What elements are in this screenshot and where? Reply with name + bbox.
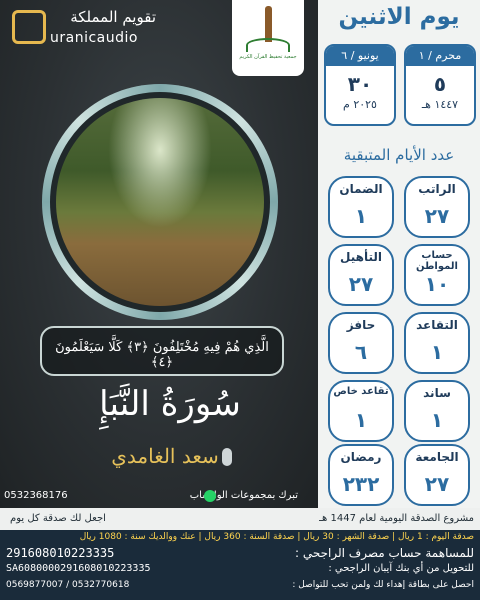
contact-phones[interactable]: 0532770618 / 0569877007 (6, 580, 129, 590)
quran-audio-logo-icon (12, 10, 46, 44)
count-label: حافز (346, 318, 376, 332)
count-card-ramadan: رمضان ٢٣٢ (328, 444, 394, 506)
count-label: ساند (423, 386, 451, 400)
count-card-retirement: التقاعد ١ (404, 312, 470, 374)
count-card-rehabilitation: التأهيل ٢٧ (328, 244, 394, 306)
count-value: ٢٧ (424, 472, 450, 496)
iban-number[interactable]: SA6080000291608010223335 (6, 563, 151, 574)
count-label: تقاعد خاص (333, 386, 389, 397)
count-card-social-security: الضمان ١ (328, 176, 394, 238)
count-value: ١ (430, 340, 444, 364)
surah-title: سُورَةُ النَّبَإِ (99, 384, 241, 424)
gregorian-date: يونيو / ٦ ٣٠ ٢٠٢٥ م (324, 44, 396, 126)
iban-label: للتحويل من أي بنك آيبان الراجحي : (328, 563, 474, 574)
charity-project-text: مشروع الصدقة اليومية لعام 1447 هـ (319, 513, 474, 524)
book-icon (246, 38, 290, 52)
verse-text: الَّذِي هُمْ فِيهِ مُخْتَلِفُونَ ﴿٣﴾ كَل… (55, 340, 269, 370)
association-caption: جمعية تحفيظ القرآن الكريم (239, 54, 297, 60)
count-value: ١ (354, 204, 368, 228)
count-label: التقاعد (416, 318, 458, 332)
count-label: الراتب (418, 182, 456, 196)
count-card-hafez: حافز ٦ (328, 312, 394, 374)
count-label: رمضان (340, 450, 382, 464)
donation-amounts: صدقة اليوم : 1 ريال | صدقة الشهر : 30 ري… (79, 532, 474, 542)
hijri-date: محرم / ١ ٥ ١٤٤٧ هـ (404, 44, 476, 126)
promo-phone[interactable]: 0532368176 (4, 490, 68, 501)
count-card-saned: ساند ١ (404, 380, 470, 442)
hijri-day: ٥ (433, 72, 447, 96)
hijri-year: ١٤٤٧ هـ (421, 98, 459, 111)
brand-english-title: uranicaudio (50, 30, 138, 46)
count-label: التأهيل (340, 250, 382, 264)
contact-label: احصل على بطاقة إهداء لك ولمن تحب للتواصل… (292, 580, 474, 590)
gregorian-year: ٢٠٢٥ م (343, 98, 377, 111)
count-label: الضمان (339, 182, 383, 196)
day-name: يوم الاثنين (338, 4, 460, 30)
count-value: ٦ (354, 340, 368, 364)
video-panel: تقويم المملكة uranicaudio جمعية تحفيظ ال… (0, 0, 318, 508)
calendar-panel: يوم الاثنين محرم / ١ ٥ ١٤٤٧ هـ يونيو / ٦… (318, 0, 480, 508)
association-logo: جمعية تحفيظ القرآن الكريم (232, 0, 304, 76)
forest-photo (56, 98, 264, 306)
verse-frame: الَّذِي هُمْ فِيهِ مُخْتَلِفُونَ ﴿٣﴾ كَل… (40, 326, 284, 376)
gregorian-month: يونيو / ٦ (326, 46, 394, 66)
donation-footer: صدقة اليوم : 1 ريال | صدقة الشهر : 30 ري… (0, 530, 480, 600)
count-value: ٢٧ (424, 204, 450, 228)
count-label: الجامعة (415, 450, 459, 464)
gregorian-day: ٣٠ (347, 72, 373, 96)
count-card-citizen-account: حساب المواطن ١٠ (404, 244, 470, 306)
count-card-salary: الراتب ٢٧ (404, 176, 470, 238)
hijri-month: محرم / ١ (406, 46, 474, 66)
account-number[interactable]: 291608010223335 (6, 546, 114, 560)
forest-medallion (42, 84, 278, 320)
brand-arabic-title: تقويم المملكة (70, 8, 156, 26)
microphone-icon (222, 448, 232, 466)
count-value: ٢٣٢ (342, 472, 380, 496)
account-label: للمساهمة حساب مصرف الراجحي : (294, 546, 474, 560)
count-label: حساب المواطن (415, 250, 458, 272)
whatsapp-icon[interactable] (204, 490, 216, 502)
charity-slogan: اجعل لك صدقة كل يوم (10, 513, 106, 524)
count-value: ٢٧ (348, 272, 374, 296)
count-value: ١ (354, 408, 368, 432)
count-value: ١٠ (424, 272, 450, 296)
count-value: ١ (430, 408, 444, 432)
minaret-icon (265, 6, 272, 42)
charity-strip: مشروع الصدقة اليومية لعام 1447 هـ اجعل ل… (0, 508, 480, 530)
brand-header: تقويم المملكة uranicaudio (10, 8, 156, 48)
count-card-private-retirement: تقاعد خاص ١ (328, 380, 394, 442)
count-card-university: الجامعة ٢٧ (404, 444, 470, 506)
remaining-days-title: عدد الأيام المتبقية (343, 146, 455, 164)
